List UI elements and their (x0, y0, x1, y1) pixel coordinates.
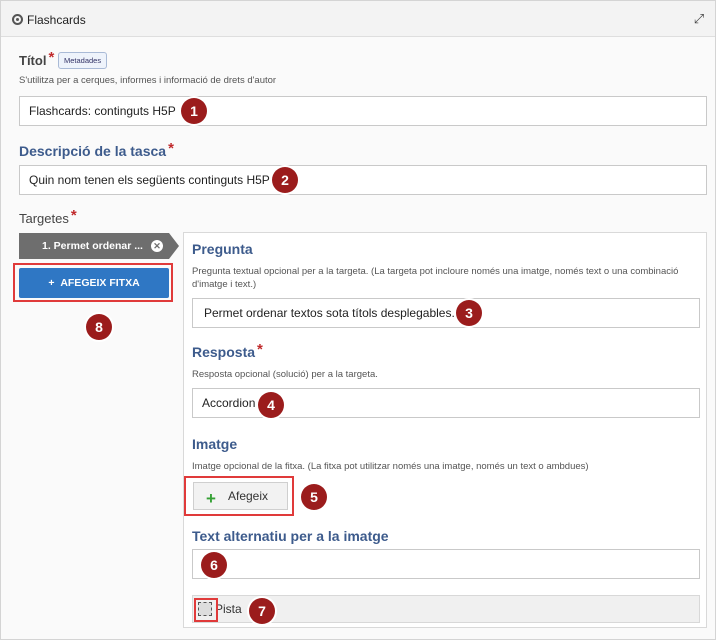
title-label: Títol * (19, 49, 55, 68)
marker-6: 6 (201, 552, 227, 578)
answer-description: Resposta opcional (solució) per a la tar… (192, 369, 378, 380)
question-input[interactable]: Permet ordenar textos sota títols desple… (192, 298, 700, 328)
marker-7: 7 (249, 598, 275, 624)
cards-label: Targetes * (19, 207, 77, 226)
alt-text-input[interactable] (192, 549, 700, 579)
title-input[interactable]: Flashcards: continguts H5P (19, 96, 707, 126)
fullscreen-expand-icon[interactable]: ⤢ (691, 11, 707, 27)
title-description: S'utilitza per a cerques, informes i inf… (19, 75, 277, 86)
answer-label: Resposta * (192, 341, 263, 360)
marker-8: 8 (86, 314, 112, 340)
plus-icon: + (206, 489, 216, 508)
card-tab-1[interactable]: 1. Permet ordenar ... ✕ (19, 233, 179, 259)
add-card-button[interactable]: + AFEGEIX FITXA (19, 268, 169, 298)
question-label: Pregunta (192, 241, 253, 257)
marker-3: 3 (456, 300, 482, 326)
window-titlebar: Flashcards ⤢ (1, 1, 715, 37)
task-description-label: Descripció de la tasca * (19, 140, 174, 159)
image-label: Imatge (192, 436, 238, 452)
metadata-badge[interactable]: Metadades (58, 52, 108, 69)
question-description: Pregunta textual opcional per a la targe… (192, 266, 679, 290)
window-title: Flashcards (27, 13, 86, 27)
highlight-hint-toggle (194, 598, 218, 622)
marker-5: 5 (301, 484, 327, 510)
marker-4: 4 (258, 392, 284, 418)
task-description-input[interactable]: Quin nom tenen els següents continguts H… (19, 165, 707, 195)
plus-icon: + (48, 277, 61, 289)
add-image-button[interactable]: + Afegeix (193, 482, 288, 510)
hint-label: Pista (215, 602, 242, 616)
card-tab-label: 1. Permet ordenar ... (42, 240, 143, 252)
remove-card-icon[interactable]: ✕ (151, 240, 163, 252)
alt-text-label: Text alternatiu per a la imatge (192, 528, 389, 544)
image-description: Imatge opcional de la fitxa. (La fitxa p… (192, 461, 589, 472)
marker-2: 2 (272, 167, 298, 193)
flashcards-app-icon (12, 14, 23, 25)
marker-1: 1 (181, 98, 207, 124)
